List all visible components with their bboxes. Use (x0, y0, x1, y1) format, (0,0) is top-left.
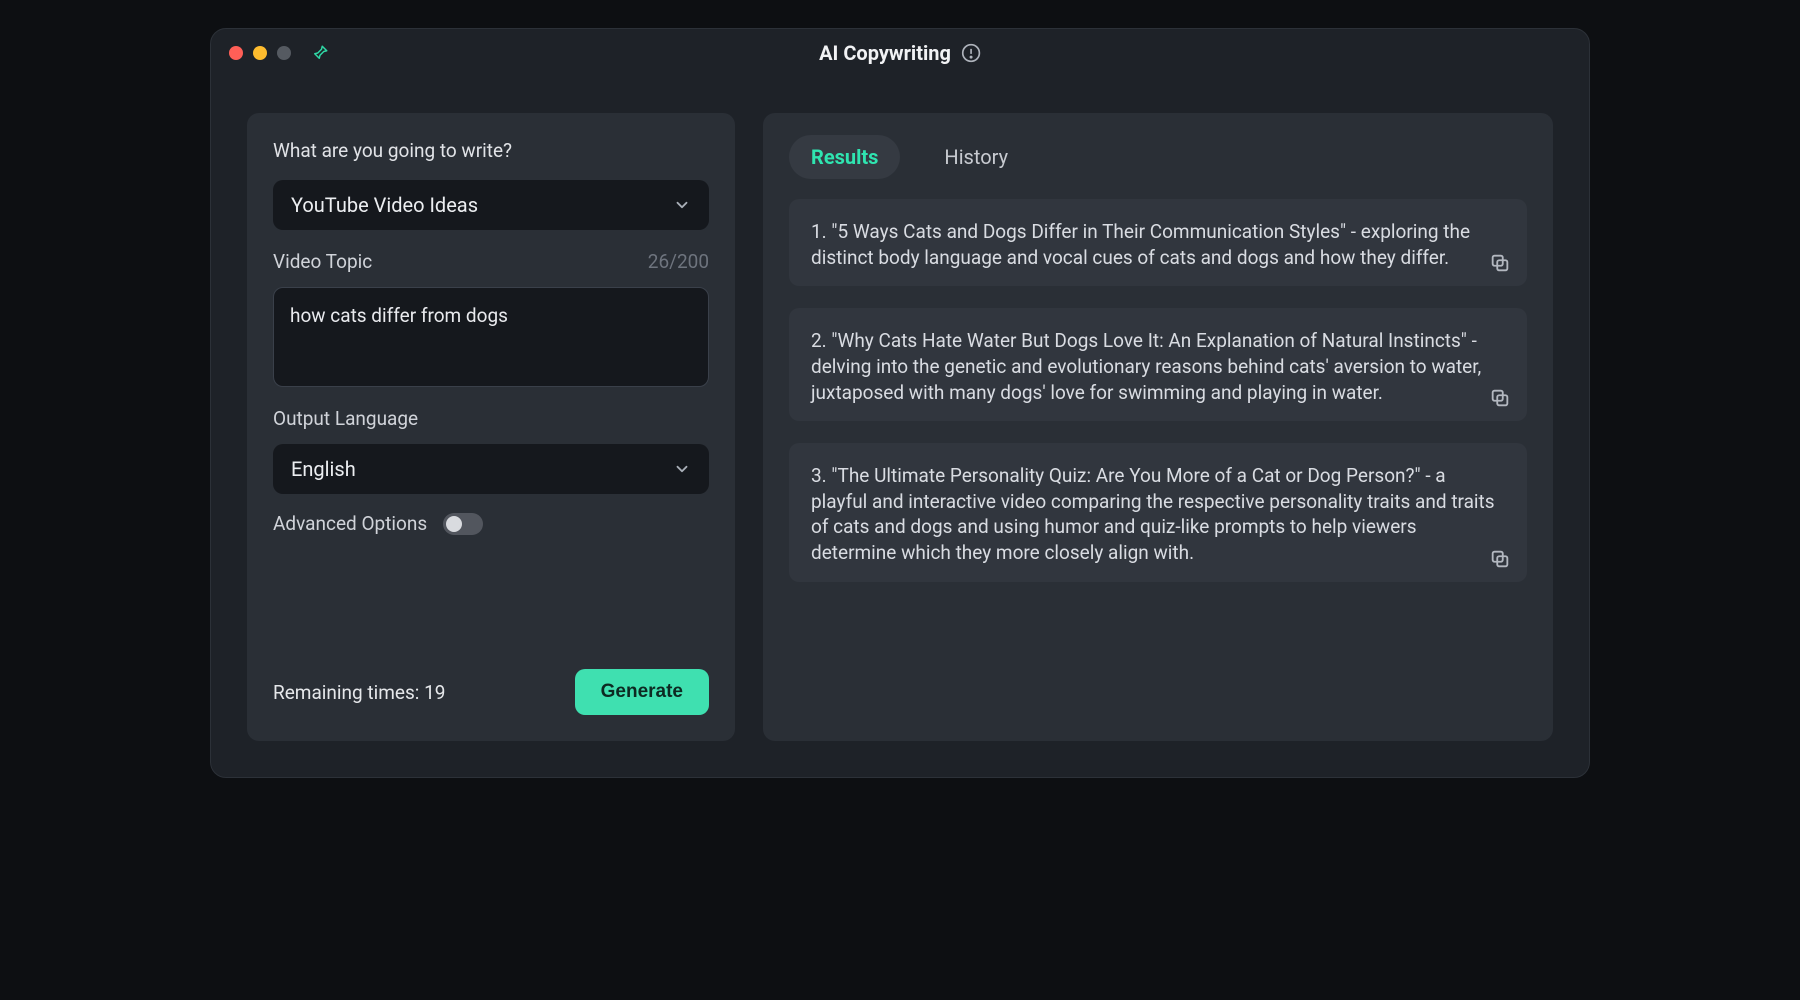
tab-history[interactable]: History (922, 135, 1030, 179)
window-title: AI Copywriting (819, 41, 981, 65)
generate-button[interactable]: Generate (575, 669, 709, 715)
result-card: 3. "The Ultimate Personality Quiz: Are Y… (789, 443, 1527, 582)
remaining-times: Remaining times: 19 (273, 681, 445, 704)
info-icon[interactable] (961, 43, 981, 63)
result-card: 1. "5 Ways Cats and Dogs Differ in Their… (789, 199, 1527, 286)
result-text: 2. "Why Cats Hate Water But Dogs Love It… (811, 328, 1505, 405)
copy-icon[interactable] (1489, 548, 1511, 570)
topic-label: Video Topic (273, 250, 372, 273)
topic-char-counter: 26/200 (648, 250, 709, 273)
output-language-select[interactable]: English (273, 444, 709, 494)
results-list: 1. "5 Ways Cats and Dogs Differ in Their… (789, 199, 1527, 741)
app-window: AI Copywriting What are you going to wri… (210, 28, 1590, 778)
app-body: What are you going to write? YouTube Vid… (211, 77, 1589, 777)
result-card: 2. "Why Cats Hate Water But Dogs Love It… (789, 308, 1527, 421)
advanced-options-label: Advanced Options (273, 512, 427, 535)
advanced-options-toggle[interactable] (443, 513, 483, 535)
topic-input[interactable] (273, 287, 709, 387)
window-maximize-button[interactable] (277, 46, 291, 60)
window-minimize-button[interactable] (253, 46, 267, 60)
result-text: 3. "The Ultimate Personality Quiz: Are Y… (811, 463, 1505, 566)
window-title-text: AI Copywriting (819, 41, 951, 65)
input-panel: What are you going to write? YouTube Vid… (247, 113, 735, 741)
window-close-button[interactable] (229, 46, 243, 60)
output-language-label-row: Output Language (273, 407, 709, 430)
template-select[interactable]: YouTube Video Ideas (273, 180, 709, 230)
copy-icon[interactable] (1489, 387, 1511, 409)
chevron-down-icon (673, 196, 691, 214)
output-language-label: Output Language (273, 407, 418, 430)
copy-icon[interactable] (1489, 252, 1511, 274)
advanced-options-row: Advanced Options (273, 512, 709, 535)
tab-results[interactable]: Results (789, 135, 900, 179)
output-language-value: English (291, 457, 356, 481)
template-select-value: YouTube Video Ideas (291, 193, 478, 217)
output-tabs: Results History (789, 135, 1527, 179)
title-bar: AI Copywriting (211, 29, 1589, 77)
pin-icon[interactable] (311, 44, 329, 62)
output-panel: Results History 1. "5 Ways Cats and Dogs… (763, 113, 1553, 741)
traffic-lights (229, 46, 291, 60)
bottom-row: Remaining times: 19 Generate (273, 669, 709, 715)
prompt-label: What are you going to write? (273, 139, 709, 162)
topic-label-row: Video Topic 26/200 (273, 250, 709, 273)
chevron-down-icon (673, 460, 691, 478)
result-text: 1. "5 Ways Cats and Dogs Differ in Their… (811, 219, 1505, 270)
